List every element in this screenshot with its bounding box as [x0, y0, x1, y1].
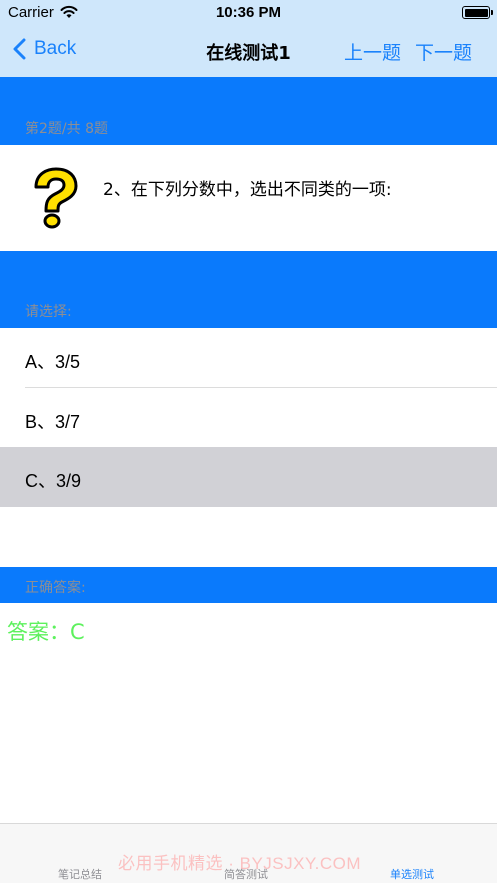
clock-time: 10:36 PM — [215, 4, 282, 21]
option-b[interactable]: B、3/7 — [0, 388, 497, 448]
options-header: 请选择: — [0, 251, 497, 328]
answer-section-label: 正确答案: — [25, 580, 86, 596]
prev-question-button[interactable]: 上一题 — [344, 38, 401, 65]
option-label: C、3/9 — [25, 471, 82, 491]
question-row: 2、在下列分数中，选出不同类的一项: — [0, 145, 497, 251]
nav-actions: 上一题 下一题 — [344, 38, 472, 65]
question-progress: 第2题/共 8题 — [25, 121, 108, 137]
back-label: Back — [34, 38, 77, 59]
question-text: 2、在下列分数中，选出不同类的一项: — [103, 180, 392, 200]
option-label: A、3/5 — [25, 352, 81, 372]
battery-icon — [462, 6, 493, 19]
progress-header: 第2题/共 8题 — [0, 77, 497, 145]
back-button[interactable]: Back — [12, 38, 76, 60]
tab-single-choice-test[interactable]: 单选测试 — [390, 866, 434, 882]
option-c[interactable]: C、3/9 — [0, 447, 497, 507]
tab-short-answer-test[interactable]: 简答测试 — [224, 866, 268, 882]
options-section-label: 请选择: — [25, 304, 72, 320]
question-mark-icon — [34, 167, 78, 229]
option-label: B、3/7 — [25, 412, 81, 432]
tab-notes-summary[interactable]: 笔记总结 — [58, 866, 102, 882]
next-question-button[interactable]: 下一题 — [415, 38, 472, 65]
correct-answer: 答案：C — [7, 620, 85, 644]
answer-header: 正确答案: — [0, 567, 497, 603]
status-bar: Carrier 10:36 PM — [0, 0, 497, 26]
option-a[interactable]: A、3/5 — [0, 328, 497, 388]
nav-bar: Back 在线测试1 上一题 下一题 — [0, 26, 497, 77]
chevron-left-icon — [13, 38, 26, 60]
tab-bar: 必用手机精选 · BYJSJXY.COM 笔记总结 简答测试 单选测试 — [0, 823, 497, 883]
